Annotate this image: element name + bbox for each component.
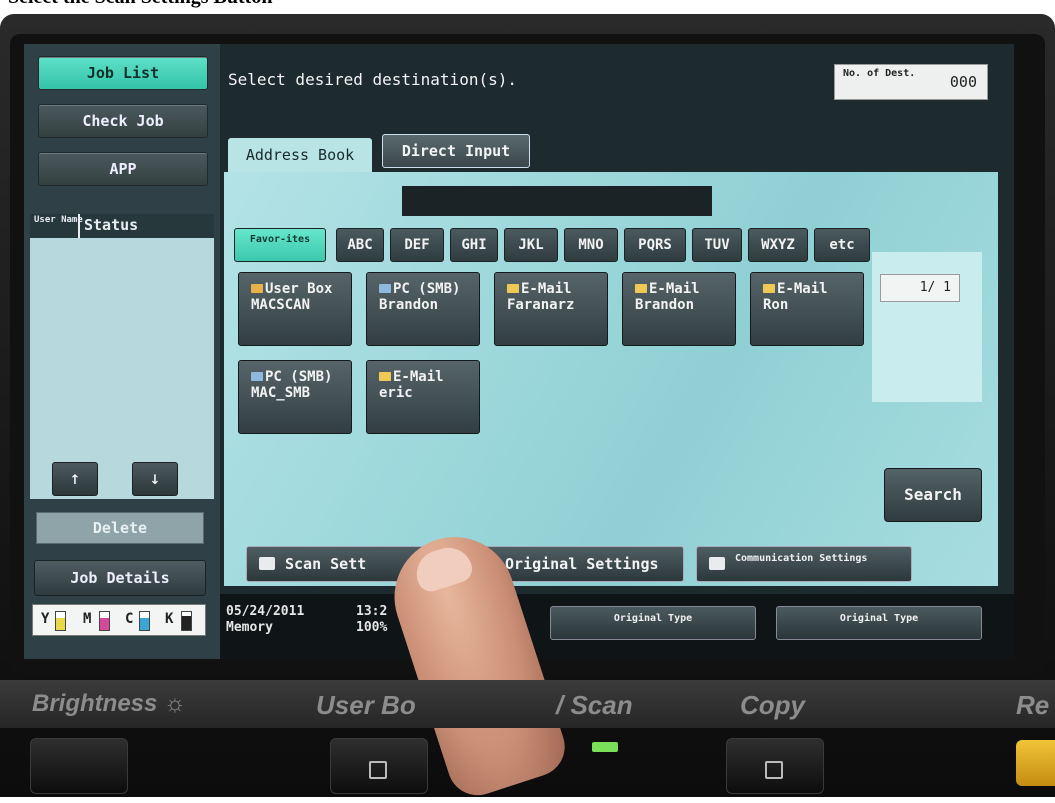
email-icon — [635, 284, 647, 293]
index-etc[interactable]: etc — [814, 228, 870, 262]
date-label: 05/24/2011 — [226, 604, 305, 619]
index-wxyz[interactable]: WXYZ — [748, 228, 808, 262]
time-label: 13:2 — [356, 604, 388, 619]
communication-settings-button[interactable]: Communication Settings — [696, 546, 912, 582]
scroll-up-button[interactable]: ↑ — [52, 462, 98, 496]
destination-type: User Box — [265, 281, 333, 297]
email-icon — [763, 284, 775, 293]
index-def[interactable]: DEF — [390, 228, 444, 262]
job-list-button[interactable]: Job List — [38, 56, 208, 90]
scan-indicator-light — [592, 742, 618, 752]
user-name-column: User Name — [34, 215, 83, 225]
toner-bar-y — [55, 611, 66, 631]
job-details-button[interactable]: Job Details — [34, 560, 206, 596]
destination-count: 000 — [949, 73, 977, 91]
destination-type: PC (SMB) — [393, 281, 461, 297]
index-tuv[interactable]: TUV — [692, 228, 742, 262]
address-search-display — [402, 186, 712, 216]
destination-email-eric[interactable]: E-Mail eric — [366, 360, 480, 434]
destination-type: E-Mail — [393, 369, 444, 385]
brightness-key[interactable] — [30, 738, 128, 794]
scan-settings-label: Scan Sett — [285, 555, 367, 573]
original-settings-label: Original Settings — [505, 555, 659, 573]
user-box-key-label: User Bo — [316, 690, 416, 720]
index-ghi[interactable]: GHI — [450, 228, 498, 262]
copy-key-icon — [765, 761, 783, 779]
destination-name: eric — [379, 385, 413, 401]
job-status-table: User Name Status — [30, 214, 214, 499]
job-table-header: User Name Status — [30, 214, 214, 238]
toner-bar-c — [139, 611, 150, 631]
tab-direct-input[interactable]: Direct Input — [382, 134, 530, 168]
destination-email-brandon[interactable]: E-Mail Brandon — [622, 272, 736, 346]
page-indicator: 1/ 1 — [880, 274, 960, 302]
scroll-down-button[interactable]: ↓ — [132, 462, 178, 496]
toner-label-k: K — [165, 611, 174, 627]
user-box-key-icon — [369, 761, 387, 779]
memory-value: 100% — [356, 620, 388, 635]
copy-key-label: Copy — [740, 690, 805, 720]
destination-type: E-Mail — [649, 281, 700, 297]
pc-smb-icon — [251, 372, 263, 381]
toner-label-c: C — [125, 611, 134, 627]
user-box-key[interactable] — [330, 738, 428, 794]
destination-name: Faranarz — [507, 297, 575, 313]
page-indicator-panel: 1/ 1 — [872, 252, 982, 402]
destination-type: PC (SMB) — [265, 369, 333, 385]
toner-levels: Y M C K — [32, 604, 206, 636]
original-type-button-1[interactable]: Original Type — [550, 606, 756, 640]
tab-address-book[interactable]: Address Book — [228, 138, 372, 172]
memory-label: Memory — [226, 620, 273, 635]
brightness-label: Brightness ☼ — [32, 690, 187, 717]
reset-key[interactable] — [1016, 740, 1055, 786]
index-mno[interactable]: MNO — [564, 228, 618, 262]
status-bar: 05/24/2011 Memory 13:2 100% Original Typ… — [220, 594, 1014, 659]
email-icon — [507, 284, 519, 293]
column-divider — [78, 214, 80, 238]
toner-bar-k — [181, 611, 192, 631]
destination-email-faranarz[interactable]: E-Mail Faranarz — [494, 272, 608, 346]
destination-pc-mac-smb[interactable]: PC (SMB) MAC_SMB — [238, 360, 352, 434]
caption: Select the Scan Settings Button — [8, 0, 272, 9]
pc-smb-icon — [379, 284, 391, 293]
index-pqrs[interactable]: PQRS — [624, 228, 686, 262]
scan-key-label: / Scan — [556, 690, 633, 720]
user-box-icon — [251, 284, 263, 293]
communication-settings-label: Communication Settings — [735, 553, 868, 564]
index-favorites[interactable]: Favor-ites — [234, 228, 326, 262]
reset-key-label: Re — [1016, 690, 1050, 720]
index-abc[interactable]: ABC — [336, 228, 384, 262]
destination-name: Ron — [763, 297, 789, 313]
destination-count-label: No. of Dest. — [843, 68, 916, 79]
fingernail — [410, 541, 476, 595]
original-type-button-2[interactable]: Original Type — [776, 606, 982, 640]
instruction-text: Select desired destination(s). — [228, 70, 517, 89]
destination-name: MACSCAN — [251, 297, 311, 313]
copy-key[interactable] — [726, 738, 824, 794]
toner-label-m: M — [83, 611, 92, 627]
destination-count-box: No. of Dest. 000 — [834, 64, 988, 100]
destination-email-ron[interactable]: E-Mail Ron — [750, 272, 864, 346]
index-jkl[interactable]: JKL — [504, 228, 558, 262]
search-button[interactable]: Search — [884, 468, 982, 522]
communication-settings-icon — [709, 557, 725, 570]
scan-settings-icon — [259, 557, 275, 570]
job-panel: Job List Check Job APP User Name Status … — [24, 44, 220, 659]
email-icon — [379, 372, 391, 381]
destination-type: E-Mail — [777, 281, 828, 297]
destination-name: MAC_SMB — [251, 385, 311, 401]
status-column: Status — [84, 216, 139, 234]
destination-pc-brandon[interactable]: PC (SMB) Brandon — [366, 272, 480, 346]
address-book-panel: Favor-ites ABC DEF GHI JKL MNO PQRS TUV … — [224, 172, 998, 586]
toner-bar-m — [99, 611, 110, 631]
check-job-button[interactable]: Check Job — [38, 104, 208, 138]
toner-label-y: Y — [41, 611, 50, 627]
destination-name: Brandon — [635, 297, 695, 313]
destination-name: Brandon — [379, 297, 439, 313]
delete-button[interactable]: Delete — [36, 512, 204, 544]
destination-type: E-Mail — [521, 281, 572, 297]
destination-macscan[interactable]: User Box MACSCAN — [238, 272, 352, 346]
app-button[interactable]: APP — [38, 152, 208, 186]
touch-screen: Job List Check Job APP User Name Status … — [24, 44, 1014, 659]
